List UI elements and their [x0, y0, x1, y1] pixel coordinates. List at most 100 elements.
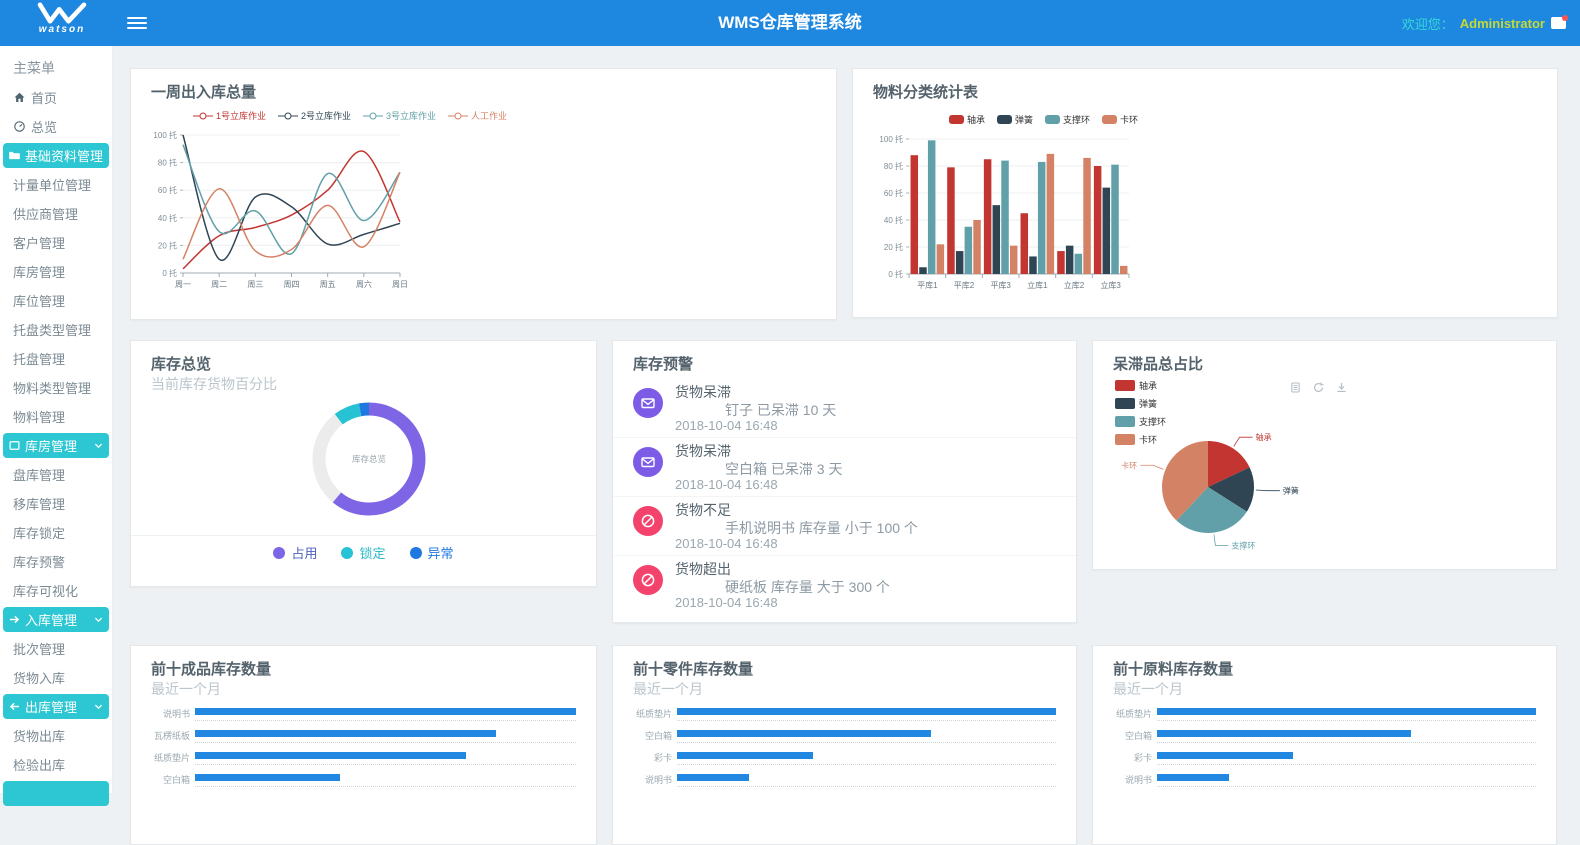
- hbar-row: 纸质垫片: [131, 748, 576, 770]
- weekly-io-line-chart: 0 托20 托40 托60 托80 托100 托周一周二周三周四周五周六周日: [151, 121, 571, 321]
- svg-text:100 托: 100 托: [879, 134, 903, 144]
- hbar-row: 空白箱: [1093, 726, 1536, 748]
- app-header: watson WMS仓库管理系统 欢迎您： Administrator: [0, 0, 1580, 46]
- sidebar-item[interactable]: 总览: [0, 112, 112, 141]
- svg-text:100 托: 100 托: [153, 130, 177, 140]
- hbar-gridline: [677, 786, 1056, 787]
- hbar-row: 说明书: [613, 770, 1056, 792]
- hbar-gridline: [195, 720, 576, 721]
- sidebar-group-active[interactable]: 基础资料管理: [3, 143, 109, 168]
- hbar-bar: [195, 752, 466, 759]
- svg-text:20 托: 20 托: [884, 242, 903, 252]
- svg-text:0 托: 0 托: [162, 268, 177, 278]
- download-icon[interactable]: [1335, 381, 1348, 394]
- sidebar-item[interactable]: 库房管理: [0, 257, 112, 286]
- alert-item[interactable]: 货物呆滞空白箱 已呆滞 3 天2018-10-04 16:48: [613, 438, 1076, 497]
- card-inventory-alerts: 库存预警 货物呆滞钉子 已呆滞 10 天2018-10-04 16:48货物呆滞…: [612, 340, 1077, 623]
- svg-text:立库2: 立库2: [1064, 280, 1085, 290]
- hbar-bar: [195, 774, 340, 781]
- sidebar-item-label: 检验出库: [13, 755, 65, 774]
- sidebar-item-label: 计量单位管理: [13, 175, 91, 194]
- sidebar-item-label: 库房管理: [13, 262, 65, 281]
- divider: [131, 535, 596, 536]
- sidebar-item[interactable]: 计量单位管理: [0, 170, 112, 199]
- sidebar-section-label: 主菜单: [0, 54, 112, 83]
- svg-text:弹簧: 弹簧: [1283, 486, 1299, 496]
- sidebar-item-label: 首页: [31, 88, 57, 107]
- hbar-bar: [195, 708, 576, 715]
- sidebar-item[interactable]: 库存可视化: [0, 576, 112, 605]
- sidebar-item[interactable]: 移库管理: [0, 489, 112, 518]
- refresh-icon[interactable]: [1312, 381, 1325, 394]
- notification-flag-icon[interactable]: [1551, 17, 1566, 29]
- legend-item[interactable]: 锁定: [341, 543, 385, 562]
- inventory-donut-chart: 库存总览: [296, 386, 442, 532]
- hbar-row: 瓦楞纸板: [131, 726, 576, 748]
- sidebar-item[interactable]: 托盘管理: [0, 344, 112, 373]
- sidebar-group[interactable]: 库房管理: [3, 433, 109, 458]
- alert-item[interactable]: 货物呆滞钉子 已呆滞 10 天2018-10-04 16:48: [613, 379, 1076, 438]
- legend-item[interactable]: 轴承: [1115, 379, 1166, 392]
- raw-materials-hbar-chart: 纸质垫片空白箱彩卡说明书: [1093, 704, 1536, 792]
- sidebar-group[interactable]: 出库管理: [3, 694, 109, 719]
- data-view-icon[interactable]: [1289, 381, 1302, 394]
- legend-item[interactable]: 异常: [410, 543, 454, 562]
- sidebar-group[interactable]: [3, 781, 109, 806]
- sidebar-item[interactable]: 物料管理: [0, 402, 112, 431]
- sidebar-group-label: 基础资料管理: [25, 146, 103, 165]
- hbar-track: [677, 704, 1056, 726]
- alert-timestamp: 2018-10-04 16:48: [675, 477, 778, 492]
- username[interactable]: Administrator: [1460, 16, 1545, 31]
- envelope-icon: [633, 388, 663, 418]
- card-top-raw-materials: 前十原料库存数量 最近一个月 纸质垫片空白箱彩卡说明书: [1092, 645, 1557, 845]
- alert-item[interactable]: 货物超出硬纸板 库存量 大于 300 个2018-10-04 16:48: [613, 556, 1076, 614]
- sidebar-item[interactable]: 首页: [0, 83, 112, 112]
- sidebar-item-label: 托盘类型管理: [13, 320, 91, 339]
- alert-icon: [633, 506, 663, 536]
- sidebar-item[interactable]: 物料类型管理: [0, 373, 112, 402]
- alert-timestamp: 2018-10-04 16:48: [675, 418, 778, 433]
- sidebar-item[interactable]: 供应商管理: [0, 199, 112, 228]
- folder-icon: [8, 149, 21, 162]
- svg-text:平库3: 平库3: [990, 280, 1011, 290]
- hbar-label: 空白箱: [613, 726, 677, 748]
- hbar-gridline: [1157, 764, 1536, 765]
- envelope-icon: [633, 447, 663, 477]
- hbar-gridline: [195, 786, 576, 787]
- hbar-row: 纸质垫片: [613, 704, 1056, 726]
- svg-text:周六: 周六: [356, 279, 372, 289]
- sidebar-item[interactable]: 库存预警: [0, 547, 112, 576]
- sidebar-item[interactable]: 货物出库: [0, 721, 112, 750]
- card-subtitle: 最近一个月: [633, 679, 703, 699]
- sidebar-item-label: 物料管理: [13, 407, 65, 426]
- sidebar-item[interactable]: 批次管理: [0, 634, 112, 663]
- home-icon: [13, 91, 26, 104]
- sidebar-item[interactable]: 库存锁定: [0, 518, 112, 547]
- card-subtitle: 最近一个月: [151, 679, 221, 699]
- svg-text:周二: 周二: [211, 280, 227, 289]
- gauge-icon: [13, 120, 26, 133]
- svg-text:40 托: 40 托: [158, 213, 177, 223]
- hbar-label: 纸质垫片: [131, 748, 195, 770]
- alert-item[interactable]: 货物不足手机说明书 库存量 小于 100 个2018-10-04 16:48: [613, 497, 1076, 556]
- donut-legend: 占用 锁定 异常: [131, 543, 596, 562]
- hbar-bar: [1157, 730, 1411, 737]
- sidebar-item[interactable]: 货物入库: [0, 663, 112, 692]
- hbar-gridline: [195, 764, 576, 765]
- sidebar-group[interactable]: 入库管理: [3, 607, 109, 632]
- hbar-track: [195, 726, 576, 748]
- sidebar-item[interactable]: 盘库管理: [0, 460, 112, 489]
- sidebar-item-label: 库存可视化: [13, 581, 78, 600]
- legend-item[interactable]: 占用: [273, 543, 317, 562]
- hbar-gridline: [1157, 742, 1536, 743]
- sidebar-item[interactable]: 库位管理: [0, 286, 112, 315]
- sidebar-item[interactable]: 客户管理: [0, 228, 112, 257]
- hbar-label: 彩卡: [613, 748, 677, 770]
- alert-timestamp: 2018-10-04 16:48: [675, 595, 778, 610]
- sidebar-item[interactable]: 检验出库: [0, 750, 112, 779]
- card-title: 前十原料库存数量: [1113, 658, 1233, 679]
- sidebar-item[interactable]: 托盘类型管理: [0, 315, 112, 344]
- card-stagnant-goods-ratio: 呆滞品总占比 轴承弹簧支撑环卡环 轴承弹簧支撑环卡环: [1092, 340, 1557, 570]
- alert-title: 货物呆滞: [675, 382, 731, 402]
- card-title: 库存预警: [633, 353, 693, 374]
